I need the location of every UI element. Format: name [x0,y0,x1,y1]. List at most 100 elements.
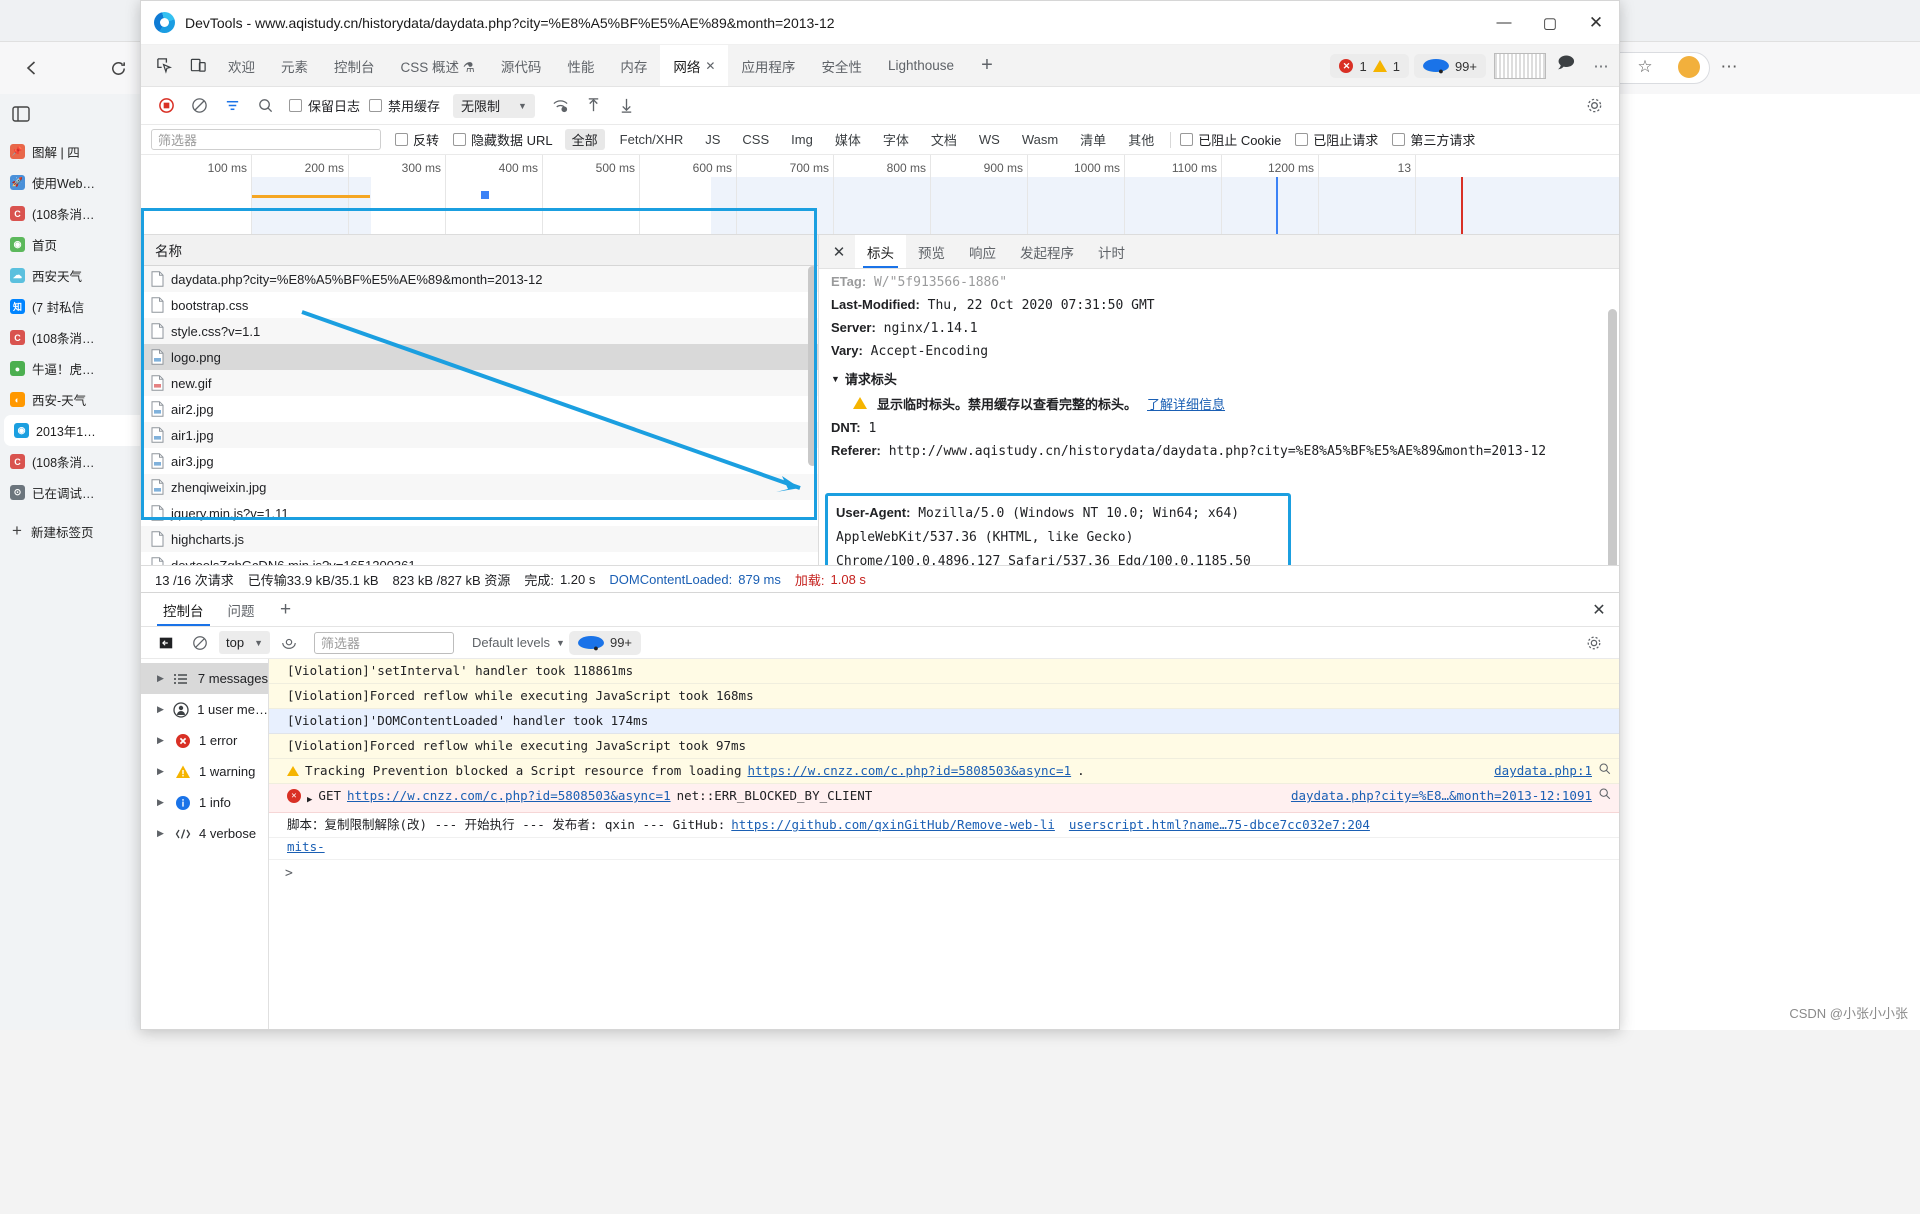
request-row[interactable]: jquery.min.js?v=1.11 [141,500,818,526]
clear-console-icon[interactable] [185,630,215,656]
more-vertical-icon[interactable]: ⋯ [1583,45,1619,86]
devtools-tab[interactable]: 性能 [554,45,607,86]
devtools-tab[interactable]: 源代码 [488,45,555,86]
request-row[interactable]: zhenqiweixin.jpg [141,474,818,500]
console-sidebar[interactable]: ▶ 7 messages ▶ 1 user me… ▶ 1 error ▶ 1 warning… [141,659,269,1029]
chevron-right-icon[interactable]: ▶ [157,735,166,746]
type-filter-chip[interactable]: 文档 [924,129,964,150]
console-message[interactable]: ✕ ▶ GET https://w.cnzz.com/c.php?id=580850… [269,784,1619,813]
console-sidebar-item[interactable]: ▶ 1 warning [141,756,268,787]
messages-counter[interactable]: ● 99+ [1413,54,1486,78]
console-sidebar-item[interactable]: ▶ 1 error [141,725,268,756]
request-row[interactable]: air3.jpg [141,448,818,474]
detail-scrollbar[interactable] [1608,309,1617,565]
gear-icon[interactable] [1579,93,1609,119]
detail-tab[interactable]: 标头 [855,235,906,268]
console-sidebar-item[interactable]: ▶ 1 user me… [141,694,268,725]
console-messages-list[interactable]: [Violation]'setInterval' handler took 11… [269,659,1619,1029]
request-row[interactable]: highcharts.js [141,526,818,552]
log-levels-select[interactable]: Default levels ▼ [472,635,565,650]
console-sidebar-item[interactable]: ▶ 1 info [141,787,268,818]
requests-column-header[interactable]: 名称 [141,235,818,266]
export-har-icon[interactable] [612,93,642,119]
devtools-tab[interactable]: 安全性 [808,45,875,86]
forward-icon[interactable] [58,50,94,86]
request-headers-section-title[interactable]: ▼ 请求标头 [831,369,1619,388]
console-sidebar-icon[interactable] [151,630,181,656]
close-button[interactable]: ✕ [1573,1,1619,45]
type-filter-chip[interactable]: JS [698,131,727,148]
requests-list[interactable]: daydata.php?city=%E8%A5%BF%E5%AE%89&mont… [141,266,818,565]
chevron-right-icon[interactable]: ▶ [157,673,165,684]
chevron-right-icon[interactable]: ▶ [157,828,166,839]
console-sidebar-item[interactable]: ▶ 7 messages [141,663,268,694]
drawer-tab[interactable]: 控制台 [151,593,216,626]
message-source-link[interactable]: daydata.php?city=%E8…&month=2013-12:1091 [1291,787,1592,805]
type-filter-chip[interactable]: Wasm [1015,131,1065,148]
message-link[interactable]: https://w.cnzz.com/c.php?id=5808503&asyn… [347,787,671,805]
chevron-right-icon[interactable]: ▶ [157,797,166,808]
back-icon[interactable] [14,50,50,86]
blocked-cookies-checkbox[interactable]: 已阻止 Cookie [1180,130,1281,149]
console-message[interactable]: [Violation]'DOMContentLoaded' handler to… [269,709,1619,734]
search-icon[interactable] [1598,787,1611,805]
third-party-checkbox[interactable]: 第三方请求 [1392,130,1475,149]
detail-tab[interactable]: 计时 [1086,235,1137,268]
chevron-right-icon[interactable]: ▶ [157,704,164,715]
issues-counter[interactable]: ✕ 1 1 [1330,54,1409,78]
minimize-button[interactable]: — [1481,1,1527,45]
type-filter-chip[interactable]: 媒体 [828,129,868,150]
preserve-log-checkbox[interactable]: 保留日志 [289,96,360,115]
message-link-secondary[interactable]: userscript.html?name…75-dbce7cc032e7:204 [1069,816,1370,834]
throttling-select[interactable]: 无限制 ▼ [453,93,535,118]
devtools-tab[interactable]: 内存 [607,45,660,86]
learn-more-link[interactable]: 了解详细信息 [1147,394,1225,413]
type-filter-chip[interactable]: 清单 [1073,129,1113,150]
type-filter-chip[interactable]: 字体 [876,129,916,150]
disable-cache-checkbox[interactable]: 禁用缓存 [369,96,440,115]
type-filter-chip[interactable]: Img [784,131,820,148]
console-issues-badge[interactable]: ● 99+ [568,630,642,655]
gear-icon[interactable] [1579,630,1609,656]
blocked-requests-checkbox[interactable]: 已阻止请求 [1295,130,1378,149]
favorites-icon[interactable]: ☆ [1628,50,1662,84]
detail-tab[interactable]: 响应 [957,235,1008,268]
add-panel-icon[interactable]: + [967,45,1007,86]
request-row[interactable]: air1.jpg [141,422,818,448]
close-icon[interactable]: ✕ [705,59,715,73]
message-link-continuation[interactable]: mits- [287,838,325,856]
message-link[interactable]: https://w.cnzz.com/c.php?id=5808503&asyn… [748,762,1072,780]
record-stop-icon[interactable] [151,93,181,119]
detail-tab[interactable]: 预览 [906,235,957,268]
type-filter-chip[interactable]: CSS [735,131,776,148]
console-message[interactable]: 脚本：复制限制解除(改) --- 开始执行 --- 发布者: qxin --- … [269,813,1619,838]
message-source-link[interactable]: daydata.php:1 [1494,762,1592,780]
request-row[interactable]: new.gif [141,370,818,396]
search-icon[interactable] [250,93,280,119]
execution-context-select[interactable]: top ▼ [219,631,270,654]
devtools-tab[interactable]: 控制台 [321,45,388,86]
close-icon[interactable]: ✕ [823,235,855,268]
network-overview-timeline[interactable]: 100 ms 200 ms 300 ms 400 ms 500 ms 600 ms 700 … [141,155,1619,235]
console-message[interactable]: [Violation]Forced reflow while executing… [269,734,1619,759]
console-message[interactable]: [Violation]'setInterval' handler took 11… [269,659,1619,684]
devtools-tab[interactable]: 元素 [268,45,321,86]
chevron-right-icon[interactable]: ▶ [157,766,166,777]
devtools-tab[interactable]: CSS 概述 ⚗ [388,45,488,86]
inspect-element-icon[interactable] [147,45,181,86]
add-drawer-tab-icon[interactable]: + [267,593,305,626]
live-expression-icon[interactable] [274,630,304,656]
search-icon[interactable] [1598,762,1611,780]
console-message[interactable]: [Violation]Forced reflow while executing… [269,684,1619,709]
request-row[interactable]: style.css?v=1.1 [141,318,818,344]
hide-data-urls-checkbox[interactable]: 隐藏数据 URL [453,130,553,149]
type-filter-chip[interactable]: 全部 [564,129,605,150]
drawer-tab[interactable]: 问题 [216,593,267,626]
console-filter-input[interactable]: 筛选器 [314,631,454,654]
network-filter-input[interactable]: 筛选器 [151,129,381,150]
invert-checkbox[interactable]: 反转 [395,130,439,149]
detail-tab[interactable]: 发起程序 [1008,235,1086,268]
requests-scrollbar[interactable] [808,266,817,466]
devtools-tab[interactable]: 应用程序 [728,45,808,86]
device-toolbar-icon[interactable] [181,45,215,86]
